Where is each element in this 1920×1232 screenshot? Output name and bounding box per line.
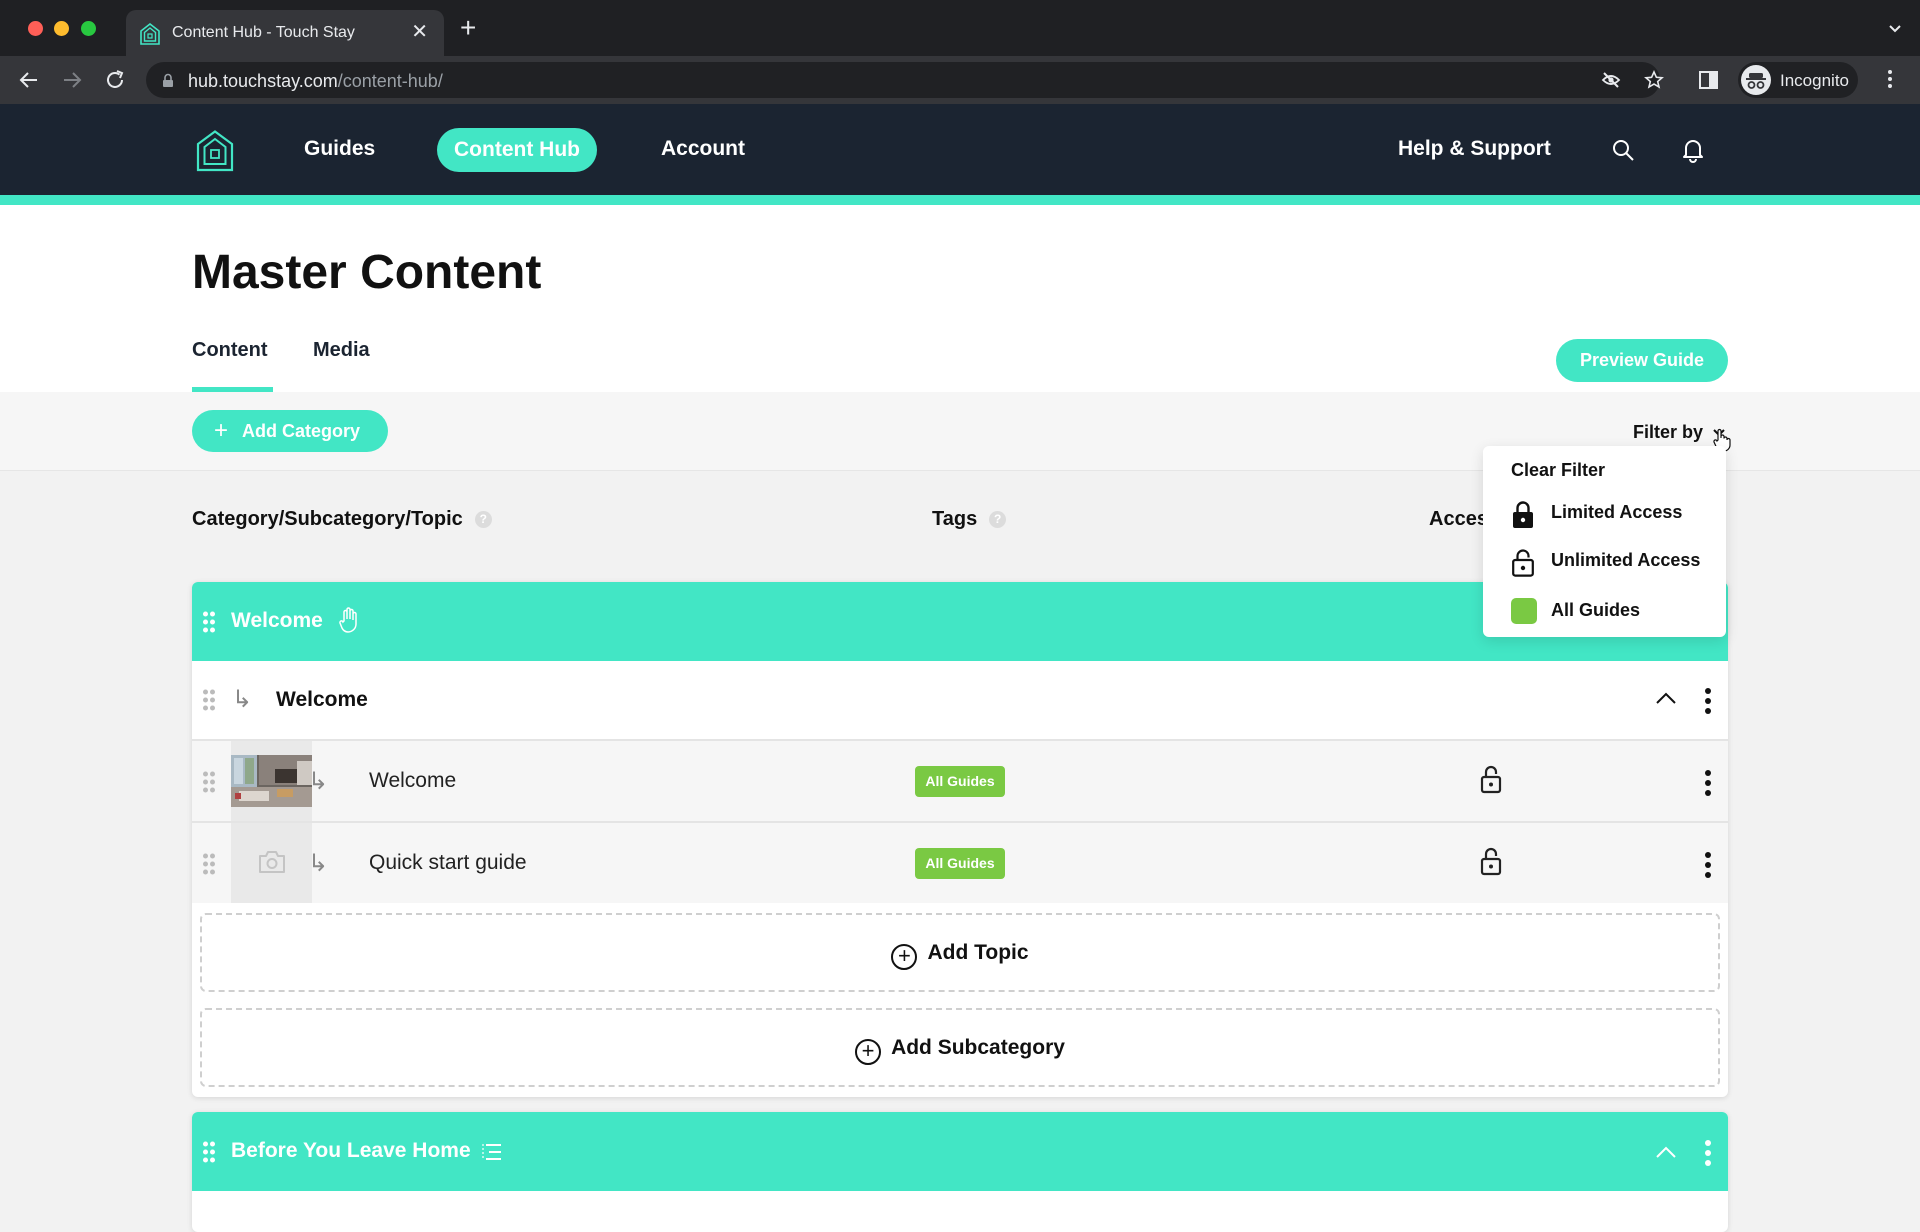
- url-host: hub.touchstay.com: [188, 71, 338, 91]
- plus-circle-icon: +: [855, 1039, 882, 1065]
- bookmark-star-icon[interactable]: [1644, 70, 1664, 90]
- preview-guide-button[interactable]: Preview Guide: [1556, 339, 1728, 382]
- add-category-label: Add Category: [242, 421, 361, 441]
- subcategory-name: Welcome: [276, 688, 368, 711]
- plus-icon: +: [214, 417, 229, 444]
- touchstay-logo-icon[interactable]: [196, 130, 234, 172]
- add-topic-button[interactable]: + Add Topic: [200, 913, 1720, 992]
- lock-open-icon: [1512, 549, 1534, 577]
- topic-name: Welcome: [369, 769, 457, 792]
- drag-handle-icon[interactable]: [202, 1141, 216, 1163]
- subcategory-row[interactable]: ↳ Welcome: [192, 661, 1728, 739]
- filter-option-label: Limited Access: [1551, 502, 1683, 522]
- tab-content[interactable]: Content: [192, 339, 268, 362]
- reload-icon[interactable]: [103, 68, 127, 92]
- lock-closed-icon: [1513, 501, 1533, 528]
- more-options-icon[interactable]: [1705, 688, 1711, 718]
- new-tab-button[interactable]: +: [460, 14, 476, 42]
- window-minimize-button[interactable]: [54, 21, 69, 36]
- url-path: /content-hub/: [337, 71, 443, 91]
- app-navbar: Guides Content Hub Account Help & Suppor…: [0, 104, 1920, 195]
- filter-by-button[interactable]: Filter by: [1633, 422, 1703, 443]
- filter-option-label: All Guides: [1551, 600, 1641, 620]
- plus-circle-icon: +: [891, 944, 918, 970]
- add-topic-label: Add Topic: [927, 941, 1029, 964]
- incognito-profile-button[interactable]: Incognito: [1738, 62, 1858, 98]
- camera-icon: [259, 851, 285, 873]
- filter-dropdown-menu: Clear Filter Limited Access Unlimited Ac…: [1483, 446, 1726, 637]
- tab-media[interactable]: Media: [313, 339, 370, 362]
- lock-open-icon[interactable]: [1480, 765, 1502, 795]
- window-close-button[interactable]: [28, 21, 43, 36]
- column-header-tags: Tags?: [932, 508, 1007, 531]
- category-card: Welcome ↳ Welcome ↳ Welcome All Guides ↳…: [192, 582, 1728, 1097]
- nested-arrow-icon: ↳: [308, 850, 329, 877]
- chevron-up-icon[interactable]: [1655, 691, 1677, 705]
- category-name: Before You Leave Home: [231, 1139, 471, 1162]
- browser-tab-strip: Content Hub - Touch Stay ✕ +: [0, 0, 1920, 56]
- incognito-icon: [1741, 65, 1771, 95]
- help-question-icon[interactable]: ?: [989, 511, 1007, 528]
- add-category-button[interactable]: + Add Category: [192, 410, 388, 452]
- nav-content-hub[interactable]: Content Hub: [437, 128, 597, 172]
- eye-off-icon[interactable]: [1601, 70, 1621, 90]
- url-text: hub.touchstay.com/content-hub/: [188, 71, 443, 92]
- drag-handle-icon[interactable]: [202, 611, 216, 633]
- chevron-up-icon[interactable]: [1655, 1145, 1677, 1159]
- nav-account[interactable]: Account: [661, 137, 745, 161]
- touchstay-favicon-icon: [140, 23, 160, 45]
- drag-handle-icon[interactable]: [202, 771, 216, 793]
- nav-help-support[interactable]: Help & Support: [1398, 137, 1551, 161]
- drag-handle-icon[interactable]: [202, 853, 216, 875]
- help-question-icon[interactable]: ?: [474, 511, 492, 528]
- filter-option-label: Unlimited Access: [1551, 550, 1701, 570]
- column-header-tags-label: Tags: [932, 508, 978, 530]
- nested-arrow-icon: ↳: [308, 768, 329, 795]
- category-header[interactable]: Before You Leave Home: [192, 1112, 1728, 1191]
- nav-guides[interactable]: Guides: [304, 137, 375, 161]
- column-header-category: Category/Subcategory/Topic?: [192, 508, 492, 531]
- topic-row[interactable]: ↳ Welcome All Guides: [192, 739, 1728, 821]
- add-subcategory-button[interactable]: + Add Subcategory: [200, 1008, 1720, 1087]
- topic-thumbnail[interactable]: [231, 741, 312, 821]
- room-photo-thumbnail: [231, 755, 312, 807]
- accent-stripe: [0, 195, 1920, 205]
- more-options-icon[interactable]: [1705, 852, 1711, 882]
- topic-name: Quick start guide: [369, 851, 527, 874]
- close-tab-icon[interactable]: ✕: [411, 20, 428, 44]
- drag-handle-icon[interactable]: [202, 689, 216, 711]
- page-title: Master Content: [192, 246, 542, 299]
- search-icon[interactable]: [1611, 138, 1635, 162]
- add-subcategory-label: Add Subcategory: [891, 1036, 1065, 1059]
- back-arrow-icon[interactable]: [17, 68, 41, 92]
- more-options-icon[interactable]: [1705, 1140, 1711, 1170]
- browser-menu-icon[interactable]: [1888, 70, 1894, 92]
- side-panel-icon[interactable]: [1697, 68, 1721, 92]
- hand-wave-icon: [339, 607, 357, 633]
- tag-badge: All Guides: [915, 848, 1005, 879]
- more-options-icon[interactable]: [1705, 770, 1711, 800]
- tag-badge: All Guides: [915, 766, 1005, 797]
- green-tag-swatch: [1511, 598, 1537, 624]
- topic-thumbnail-placeholder[interactable]: [231, 823, 312, 903]
- tab-search-chevron-icon[interactable]: [1888, 22, 1902, 36]
- bell-icon[interactable]: [1681, 137, 1705, 163]
- address-bar[interactable]: hub.touchstay.com/content-hub/: [146, 62, 1664, 98]
- column-header-category-label: Category/Subcategory/Topic: [192, 508, 463, 530]
- list-icon: [482, 1144, 501, 1160]
- browser-tab[interactable]: Content Hub - Touch Stay ✕: [126, 10, 444, 56]
- nested-arrow-icon: ↳: [232, 686, 253, 713]
- category-name: Welcome: [231, 609, 323, 632]
- filter-option-label: Clear Filter: [1511, 460, 1606, 480]
- browser-toolbar: hub.touchstay.com/content-hub/ Incognito: [0, 56, 1920, 104]
- browser-tab-title: Content Hub - Touch Stay: [172, 24, 355, 41]
- profile-label: Incognito: [1780, 71, 1849, 90]
- topic-row[interactable]: ↳ Quick start guide All Guides: [192, 821, 1728, 903]
- lock-open-icon[interactable]: [1480, 847, 1502, 877]
- window-maximize-button[interactable]: [81, 21, 96, 36]
- page-header: Master Content Content Media Preview Gui…: [0, 205, 1920, 392]
- forward-arrow-icon[interactable]: [60, 68, 84, 92]
- secure-lock-icon[interactable]: [162, 73, 174, 88]
- category-card: Before You Leave Home: [192, 1112, 1728, 1232]
